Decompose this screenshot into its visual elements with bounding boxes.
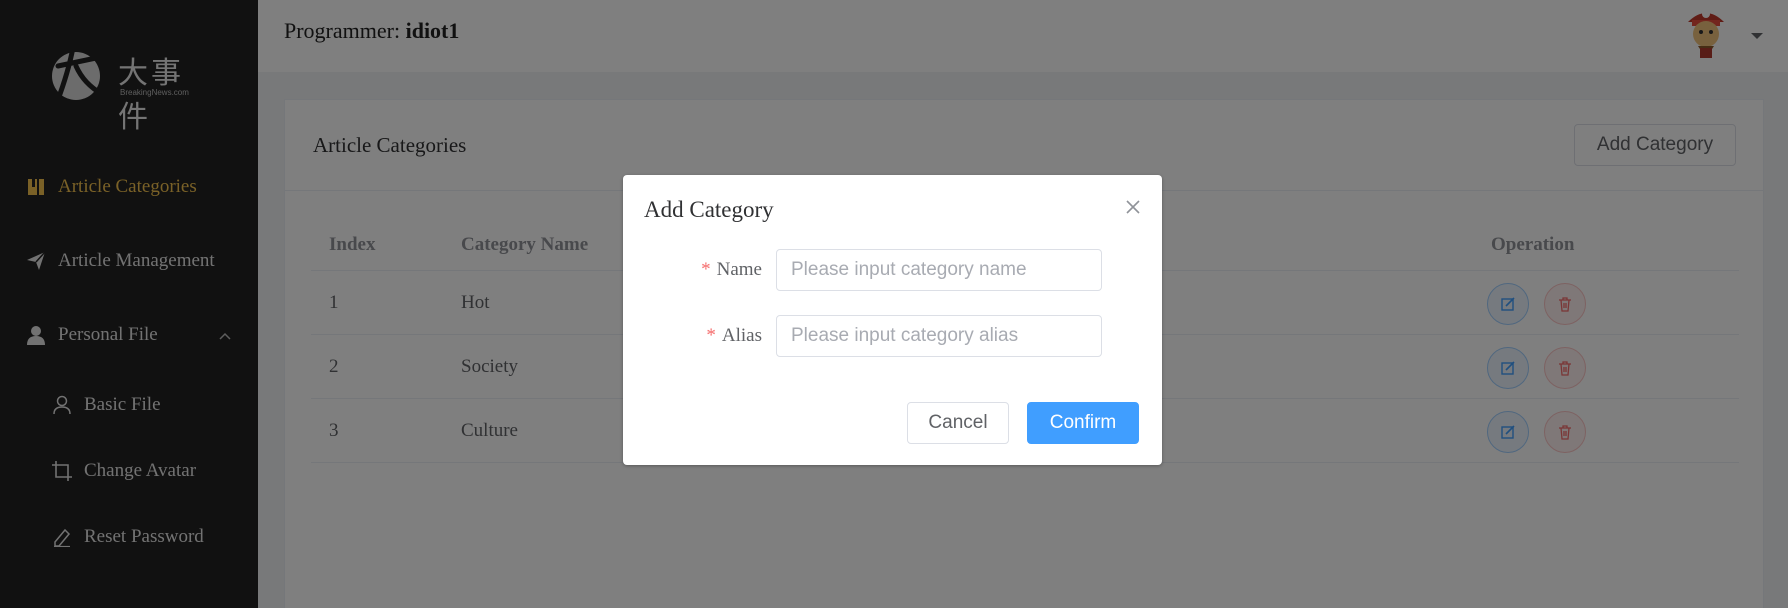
close-icon[interactable]: [1123, 197, 1143, 217]
confirm-button[interactable]: Confirm: [1027, 402, 1139, 444]
name-input[interactable]: [776, 249, 1102, 291]
name-label: * Name: [701, 249, 762, 291]
cancel-button[interactable]: Cancel: [907, 402, 1009, 444]
alias-input[interactable]: [776, 315, 1102, 357]
form-row-alias: * Alias: [623, 315, 1162, 357]
add-category-dialog: Add Category *Name *Alias Cancel Confirm: [623, 175, 1162, 465]
alias-label-text: Alias: [721, 325, 762, 346]
required-mark: *: [701, 259, 711, 280]
required-mark: *: [706, 325, 716, 346]
dialog-title: Add Category: [644, 197, 774, 222]
name-label-text: Name: [716, 259, 762, 280]
form-row-name: * Name: [623, 249, 1162, 291]
alias-label: * Alias: [706, 315, 762, 357]
